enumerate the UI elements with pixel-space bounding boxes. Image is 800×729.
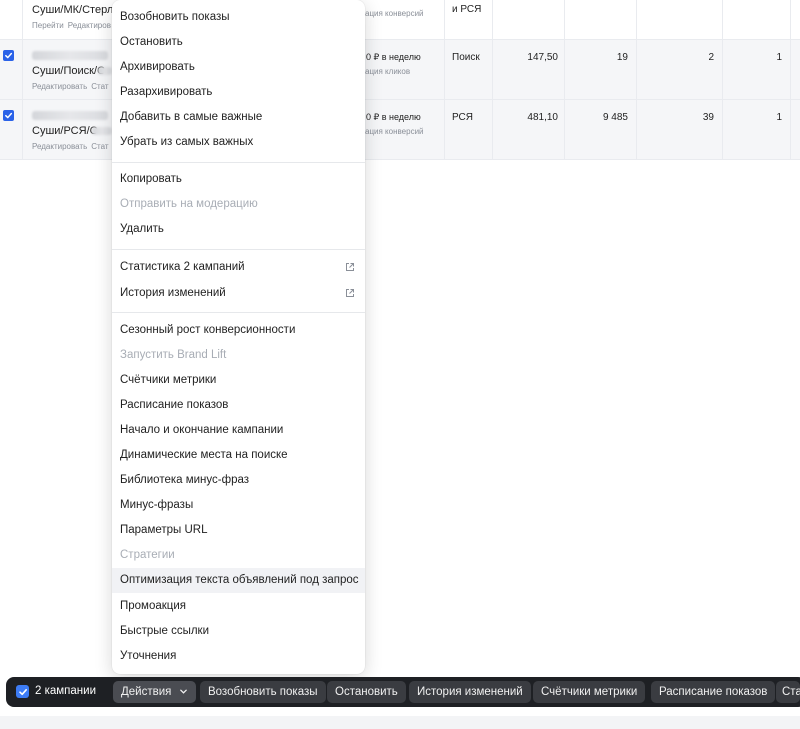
row-checkbox[interactable] bbox=[3, 110, 14, 121]
menu-item-text-optimization[interactable]: Оптимизация текста объявлений под запрос bbox=[112, 568, 365, 593]
campaign-name[interactable]: Суши/МК/Стерли bbox=[32, 4, 119, 16]
campaign-link[interactable]: Редактировать bbox=[32, 142, 87, 151]
budget-value: 0 ₽ в неделю bbox=[366, 52, 421, 62]
menu-item-copy[interactable]: Копировать bbox=[112, 167, 365, 192]
menu-item-resume[interactable]: Возобновить показы bbox=[112, 5, 365, 30]
campaign-link[interactable]: Стат bbox=[91, 82, 108, 91]
cost-value: 147,50 bbox=[527, 52, 558, 63]
conversions-value: 1 bbox=[776, 112, 782, 123]
schedule-button[interactable]: Расписание показов bbox=[651, 681, 776, 703]
menu-item-negative-phrases[interactable]: Минус-фразы bbox=[112, 493, 365, 518]
campaign-link[interactable]: Редактиров bbox=[68, 21, 111, 30]
menu-item-stop[interactable]: Остановить bbox=[112, 30, 365, 55]
menu-item-archive[interactable]: Архивировать bbox=[112, 55, 365, 80]
redacted-text bbox=[32, 111, 108, 120]
metrika-counters-button[interactable]: Счётчики метрики bbox=[533, 681, 646, 703]
redacted-text bbox=[32, 51, 108, 60]
bulk-action-bar: 2 кампании Действия Возобновить показы О… bbox=[6, 677, 800, 707]
campaign-type: Поиск bbox=[452, 52, 480, 63]
menu-divider bbox=[112, 312, 365, 313]
impressions-value: 9 485 bbox=[602, 112, 628, 123]
resume-button[interactable]: Возобновить показы bbox=[200, 681, 326, 703]
chevron-down-icon bbox=[179, 689, 187, 694]
menu-item-label: Статистика 2 кампаний bbox=[120, 261, 245, 273]
select-all-checkbox[interactable] bbox=[16, 685, 29, 698]
campaign-link[interactable]: Перейти bbox=[32, 21, 64, 30]
impressions-value: 19 bbox=[616, 52, 628, 63]
menu-item-sitelinks[interactable]: Быстрые ссылки bbox=[112, 619, 365, 644]
campaign-type: РСЯ bbox=[452, 112, 474, 123]
campaign-name[interactable]: Суши/РСЯ/С bbox=[32, 125, 98, 137]
campaign-links: Перейти Редактиров bbox=[32, 21, 115, 30]
menu-item-brand-lift: Запустить Brand Lift bbox=[120, 349, 227, 361]
external-link-icon bbox=[346, 263, 354, 271]
cost-value: 481,10 bbox=[527, 112, 558, 123]
menu-item-remove-important[interactable]: Убрать из самых важных bbox=[112, 130, 365, 155]
strategy-label: ация кликов bbox=[365, 67, 411, 76]
campaign-links: Редактировать Стат bbox=[32, 142, 113, 151]
history-button[interactable]: История изменений bbox=[409, 681, 531, 703]
campaign-name[interactable]: Суши/Поиск/С bbox=[32, 65, 105, 77]
menu-item-url-params[interactable]: Параметры URL bbox=[112, 518, 365, 543]
actions-dropdown-menu: Возобновить показы Остановить Архивирова… bbox=[112, 0, 365, 674]
menu-divider bbox=[112, 162, 365, 163]
clicks-value: 2 bbox=[708, 52, 714, 63]
redacted-text bbox=[98, 67, 112, 75]
strategy-label: ация конверсий bbox=[365, 9, 424, 18]
menu-item-seasonal-growth[interactable]: Сезонный рост конверсионности bbox=[112, 318, 365, 343]
menu-item-label: История изменений bbox=[120, 287, 226, 299]
menu-item-statistics[interactable]: Статистика 2 кампаний bbox=[112, 255, 365, 280]
check-icon bbox=[5, 112, 13, 119]
menu-item-delete[interactable]: Удалить bbox=[112, 217, 365, 242]
budget-value: 0 ₽ в неделю bbox=[366, 112, 421, 122]
menu-item-callouts[interactable]: Уточнения bbox=[112, 644, 365, 669]
page-footer-strip bbox=[0, 716, 800, 729]
menu-item-strategies: Стратегии bbox=[120, 549, 175, 561]
menu-divider bbox=[112, 249, 365, 250]
menu-item-add-important[interactable]: Добавить в самые важные bbox=[112, 105, 365, 130]
campaign-link[interactable]: Стат bbox=[91, 142, 108, 151]
actions-dropdown-button[interactable]: Действия bbox=[113, 681, 196, 703]
selected-count: 2 кампании bbox=[35, 685, 96, 697]
campaign-links: Редактировать Стат bbox=[32, 82, 113, 91]
menu-item-schedule[interactable]: Расписание показов bbox=[112, 393, 365, 418]
row-checkbox[interactable] bbox=[3, 50, 14, 61]
check-icon bbox=[5, 52, 13, 59]
menu-item-unarchive[interactable]: Разархивировать bbox=[112, 80, 365, 105]
menu-item-change-history[interactable]: История изменений bbox=[112, 281, 365, 306]
redacted-text bbox=[92, 127, 112, 135]
menu-item-promo[interactable]: Промоакция bbox=[112, 594, 365, 619]
check-icon bbox=[18, 688, 27, 695]
clicks-value: 39 bbox=[702, 112, 714, 123]
menu-item-dynamic-places[interactable]: Динамические места на поиске bbox=[112, 443, 365, 468]
external-link-icon bbox=[346, 289, 354, 297]
actions-label: Действия bbox=[121, 686, 172, 698]
menu-item-metrika-counters[interactable]: Счётчики метрики bbox=[112, 368, 365, 393]
strategy-label: ация конверсий bbox=[365, 127, 424, 136]
campaign-type: и РСЯ bbox=[452, 4, 482, 15]
menu-item-send-moderation: Отправить на модерацию bbox=[120, 198, 258, 210]
stop-button[interactable]: Остановить bbox=[327, 681, 406, 703]
more-button[interactable]: Ста bbox=[776, 681, 800, 703]
conversions-value: 1 bbox=[776, 52, 782, 63]
campaign-link[interactable]: Редактировать bbox=[32, 82, 87, 91]
menu-item-negative-library[interactable]: Библиотека минус-фраз bbox=[112, 468, 365, 493]
menu-item-start-end[interactable]: Начало и окончание кампании bbox=[112, 418, 365, 443]
